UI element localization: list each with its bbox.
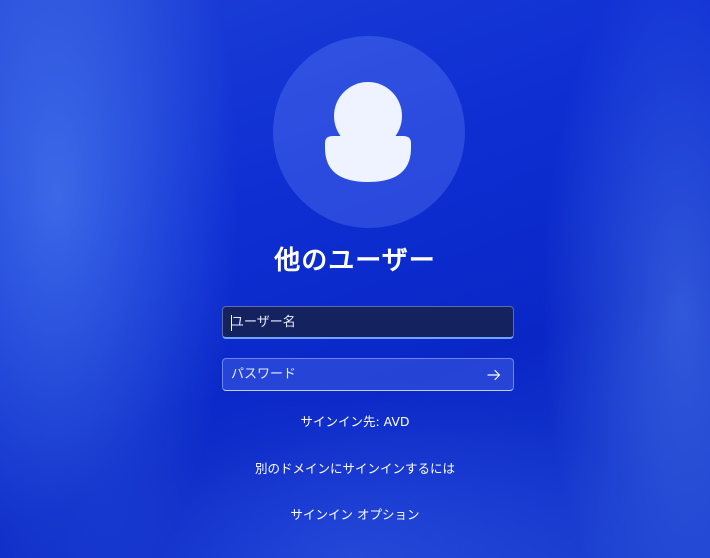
signin-options-link[interactable]: サインイン オプション xyxy=(0,504,710,523)
username-input[interactable] xyxy=(231,307,481,337)
submit-button[interactable] xyxy=(483,364,505,386)
arrow-right-icon xyxy=(487,369,501,381)
user-title: 他のユーザー xyxy=(274,246,436,276)
username-field[interactable] xyxy=(222,306,514,339)
other-domain-link[interactable]: 別のドメインにサインインするには xyxy=(0,458,710,477)
password-input[interactable] xyxy=(231,359,481,390)
signin-target-text: サインイン先: AVD xyxy=(300,414,410,429)
lock-screen: 他のユーザー サインイン先: AVD 別のドメインにサインインするには サインイ… xyxy=(0,0,710,558)
user-avatar xyxy=(273,36,465,228)
password-field[interactable] xyxy=(222,358,514,391)
person-icon xyxy=(325,82,411,182)
